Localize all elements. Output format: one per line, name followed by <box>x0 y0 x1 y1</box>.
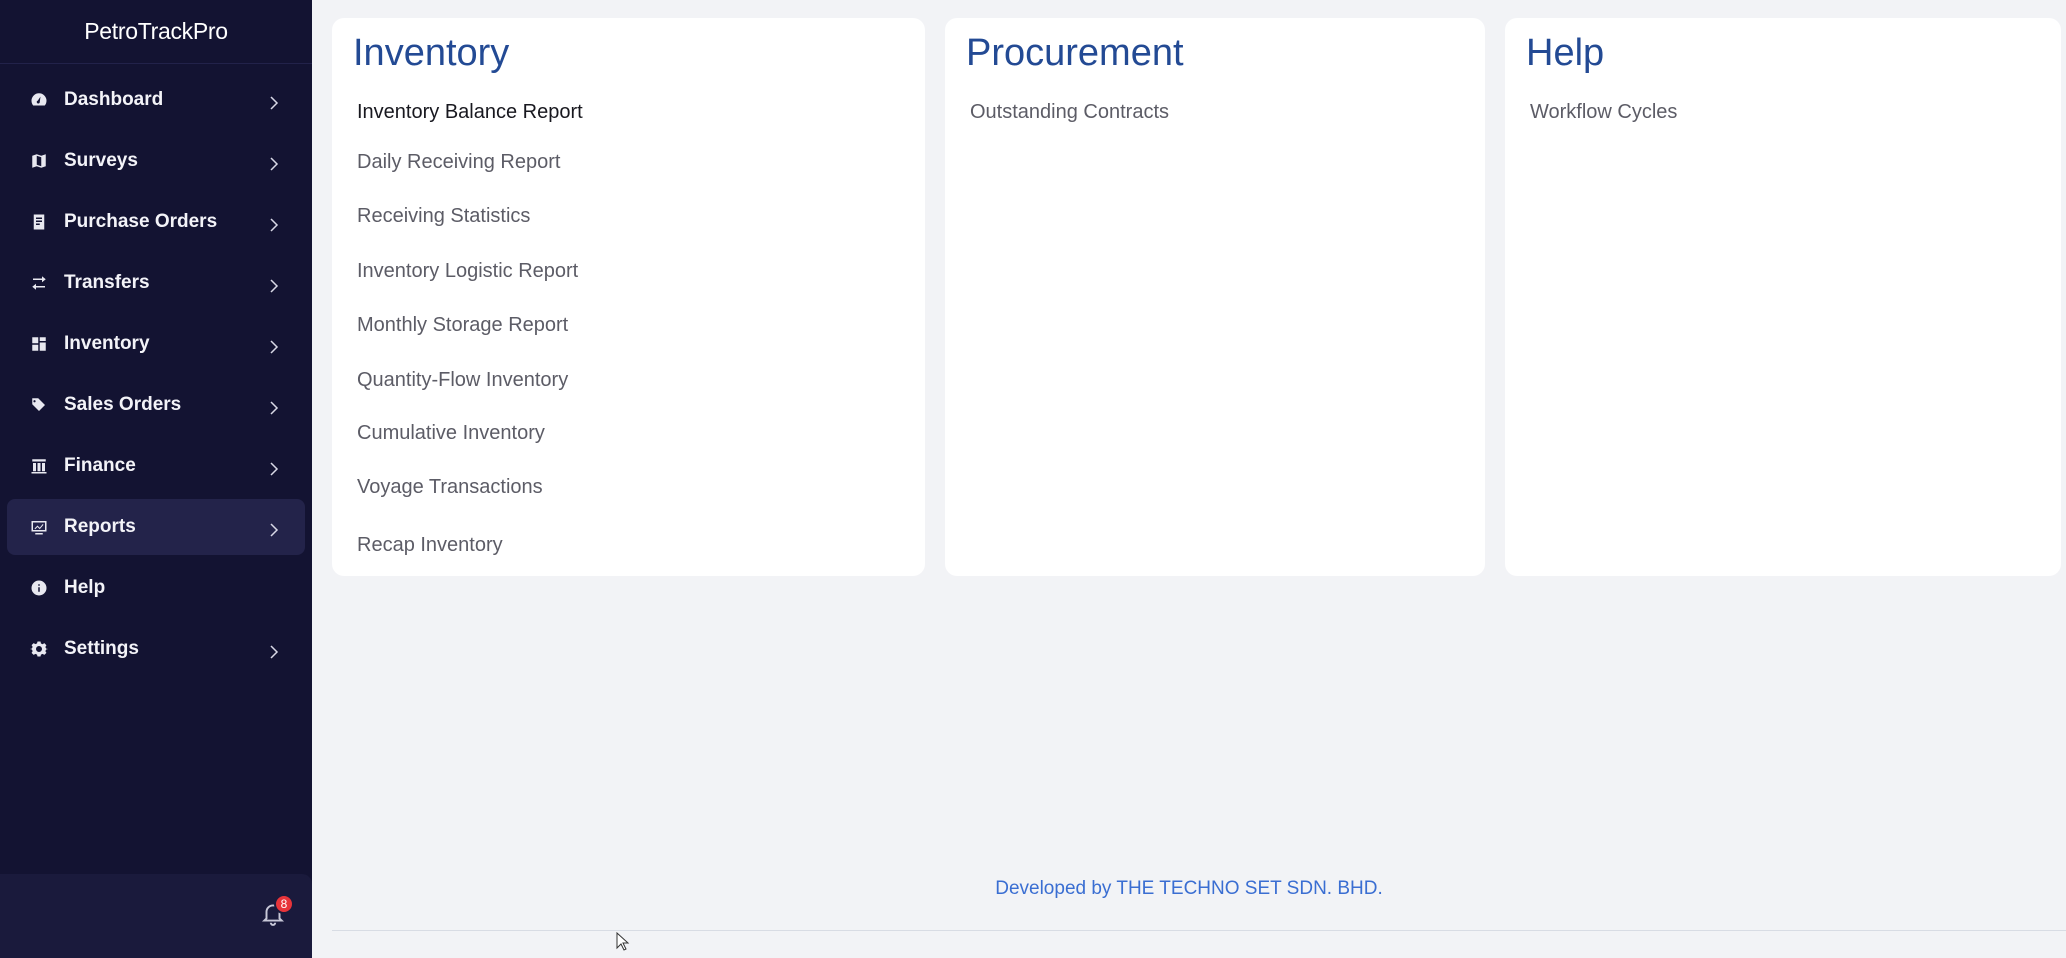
sidebar-item-help[interactable]: Help <box>7 560 305 616</box>
transfer-arrows-icon <box>29 273 49 293</box>
sidebar-item-label: Finance <box>64 455 136 476</box>
footer-divider <box>332 930 2066 931</box>
sidebar-item-label: Help <box>64 577 106 598</box>
report-link[interactable]: Workflow Cycles <box>1530 101 1677 124</box>
report-link[interactable]: Outstanding Contracts <box>970 101 1169 124</box>
report-link[interactable]: Recap Inventory <box>357 534 503 557</box>
chart-icon <box>29 517 49 537</box>
card-title: Help <box>1526 32 1605 74</box>
sidebar-item-label: Settings <box>64 638 139 659</box>
sidebar-item-settings[interactable]: Settings <box>7 621 305 677</box>
dashboard-icon <box>29 90 49 110</box>
brand-logo[interactable]: PetroTrackPro <box>0 0 312 64</box>
inventory-card: Inventory Inventory Balance Report Daily… <box>332 18 925 576</box>
sidebar-item-dashboard[interactable]: Dashboard <box>7 72 305 128</box>
notification-badge: 8 <box>274 894 294 914</box>
card-title: Inventory <box>353 32 510 74</box>
document-list-icon <box>29 212 49 232</box>
sidebar-item-sales-orders[interactable]: Sales Orders <box>7 377 305 433</box>
sidebar-item-purchase-orders[interactable]: Purchase Orders <box>7 194 305 250</box>
warehouse-icon <box>29 334 49 354</box>
bank-icon <box>29 456 49 476</box>
sidebar-item-label: Sales Orders <box>64 394 182 415</box>
sidebar-item-inventory[interactable]: Inventory <box>7 316 305 372</box>
procurement-card: Procurement Outstanding Contracts <box>945 18 1485 576</box>
report-link[interactable]: Quantity-Flow Inventory <box>357 369 568 392</box>
chevron-right-icon <box>265 521 283 539</box>
chevron-right-icon <box>265 277 283 295</box>
gear-icon <box>29 639 49 659</box>
sidebar-footer: 8 <box>0 874 312 958</box>
chevron-right-icon <box>265 399 283 417</box>
main-content: Inventory Inventory Balance Report Daily… <box>312 0 2066 958</box>
tags-icon <box>29 395 49 415</box>
sidebar-item-label: Inventory <box>64 333 150 354</box>
chevron-right-icon <box>265 338 283 356</box>
bell-icon <box>260 904 286 930</box>
info-icon <box>29 578 49 598</box>
chevron-right-icon <box>265 155 283 173</box>
sidebar-item-label: Dashboard <box>64 89 164 110</box>
report-link[interactable]: Voyage Transactions <box>357 476 543 499</box>
help-card: Help Workflow Cycles <box>1505 18 2061 576</box>
report-link[interactable]: Inventory Logistic Report <box>357 260 578 283</box>
report-link[interactable]: Inventory Balance Report <box>357 101 583 124</box>
developer-credit[interactable]: Developed by THE TECHNO SET SDN. BHD. <box>312 878 2066 900</box>
mouse-cursor-icon <box>616 931 630 952</box>
report-link[interactable]: Monthly Storage Report <box>357 314 568 337</box>
sidebar-item-finance[interactable]: Finance <box>7 438 305 494</box>
sidebar-item-label: Purchase Orders <box>64 211 218 232</box>
sidebar-item-label: Transfers <box>64 272 150 293</box>
sidebar-item-label: Surveys <box>64 150 138 171</box>
report-link[interactable]: Receiving Statistics <box>357 205 530 228</box>
chevron-right-icon <box>265 643 283 661</box>
sidebar-item-reports[interactable]: Reports <box>7 499 305 555</box>
sidebar-nav: Dashboard Surveys Purchase Orders Transf… <box>0 64 312 677</box>
sidebar: PetroTrackPro Dashboard Surveys Purchase… <box>0 0 312 958</box>
card-title: Procurement <box>966 32 1184 74</box>
chevron-right-icon <box>265 94 283 112</box>
report-link[interactable]: Cumulative Inventory <box>357 422 545 445</box>
notifications-button[interactable]: 8 <box>260 894 294 930</box>
report-link[interactable]: Daily Receiving Report <box>357 151 560 174</box>
chevron-right-icon <box>265 216 283 234</box>
sidebar-item-transfers[interactable]: Transfers <box>7 255 305 311</box>
sidebar-item-surveys[interactable]: Surveys <box>7 133 305 189</box>
sidebar-item-label: Reports <box>64 516 136 537</box>
map-icon <box>29 151 49 171</box>
chevron-right-icon <box>265 460 283 478</box>
